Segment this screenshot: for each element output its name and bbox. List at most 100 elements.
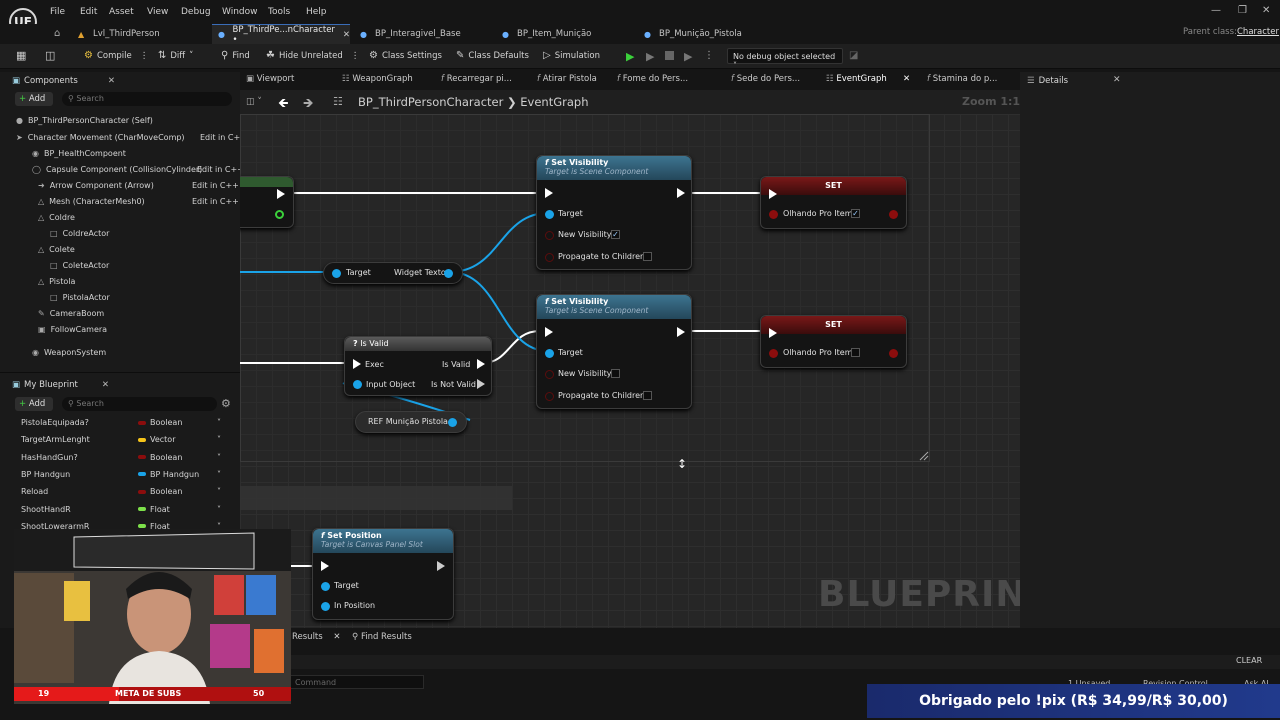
- variable-name[interactable]: HasHandGun?: [21, 453, 78, 462]
- bool-pin[interactable]: [545, 370, 554, 379]
- component-tree-item[interactable]: ◉ WeaponSystem: [32, 348, 106, 357]
- variable-name[interactable]: PistolaEquipada?: [21, 418, 89, 427]
- is-valid-node[interactable]: ? Is Valid Exec Is Valid Input Object Is…: [344, 336, 492, 396]
- exec-out-pin[interactable]: [677, 327, 685, 337]
- more-icon[interactable]: ⋮: [140, 51, 149, 61]
- bool-pin[interactable]: [545, 253, 554, 262]
- component-tree-item[interactable]: △ Mesh (CharacterMesh0): [38, 197, 145, 206]
- menu-file[interactable]: File: [50, 7, 65, 17]
- component-tree-item[interactable]: △ Colete: [38, 245, 75, 254]
- variable-type[interactable]: Boolean: [138, 418, 182, 427]
- tab-bp-municao-pistola[interactable]: ● BP_Munição_Pistola: [638, 24, 778, 44]
- variable-name[interactable]: Reload: [21, 487, 48, 496]
- edit-in-cpp-link[interactable]: Edit in C++: [197, 165, 244, 174]
- chevron-down-icon[interactable]: ˅: [217, 435, 221, 444]
- class-settings-button[interactable]: ⚙ Class Settings: [369, 50, 442, 61]
- component-tree-item[interactable]: ● BP_ThirdPersonCharacter (Self): [16, 116, 153, 125]
- chevron-down-icon[interactable]: ˅: [217, 487, 221, 496]
- hide-unrelated-button[interactable]: ☘ Hide Unrelated ⋮: [266, 50, 359, 61]
- propagate-checkbox[interactable]: [643, 391, 652, 400]
- chevron-down-icon[interactable]: ˅: [217, 505, 221, 514]
- olhando-checkbox[interactable]: ✓: [851, 209, 860, 218]
- diff-button[interactable]: ⇅ Diff ˅: [158, 50, 193, 61]
- stop-icon[interactable]: [665, 51, 674, 60]
- component-tree-item[interactable]: □ ColeteActor: [50, 261, 109, 270]
- menu-edit[interactable]: Edit: [80, 7, 97, 17]
- my-blueprint-tab[interactable]: ▣ My Blueprint ✕: [12, 378, 109, 392]
- component-tree-item[interactable]: △ Coldre: [38, 213, 75, 222]
- graph-tab[interactable]: f Recarregar pi...: [441, 74, 512, 84]
- exec-out-pin[interactable]: [277, 189, 285, 199]
- propagate-checkbox[interactable]: [643, 252, 652, 261]
- bool-pin[interactable]: [545, 231, 554, 240]
- bool-pin[interactable]: [769, 349, 778, 358]
- widget-texto-getter[interactable]: Target Widget Texto: [323, 262, 463, 284]
- bool-out-pin[interactable]: [889, 349, 898, 358]
- component-tree-item[interactable]: ▣ FollowCamera: [38, 325, 107, 334]
- target-pin[interactable]: [332, 269, 341, 278]
- component-tree-item[interactable]: ➤ Character Movement (CharMoveComp): [16, 133, 185, 142]
- step-icon[interactable]: ▶: [646, 50, 654, 63]
- maximize-icon[interactable]: ❐: [1238, 5, 1247, 16]
- chevron-down-icon[interactable]: ˅: [217, 453, 221, 462]
- close-tab-icon[interactable]: ✕: [333, 632, 340, 642]
- skip-icon[interactable]: ▶: [684, 50, 692, 63]
- new-visibility-checkbox[interactable]: ✓: [611, 230, 620, 239]
- settings-gear-icon[interactable]: ⚙: [221, 397, 231, 410]
- graph-tab[interactable]: f Atirar Pistola: [537, 74, 597, 84]
- component-tree-item[interactable]: ➜ Arrow Component (Arrow): [38, 181, 154, 190]
- my-blueprint-search-input[interactable]: ⚲ Search: [62, 397, 217, 411]
- results-tab[interactable]: Results ✕: [292, 632, 341, 642]
- exec-in-pin[interactable]: [321, 561, 329, 571]
- is-valid-out-pin[interactable]: [477, 359, 485, 369]
- chevron-down-icon[interactable]: ˅: [217, 470, 221, 479]
- edit-in-cpp-link[interactable]: Edit in C++: [192, 181, 239, 190]
- components-search-input[interactable]: ⚲ Search: [62, 92, 232, 106]
- not-valid-out-pin[interactable]: [477, 379, 485, 389]
- menu-help[interactable]: Help: [306, 7, 327, 17]
- graph-options-icon[interactable]: ◫ ˅: [246, 97, 262, 107]
- components-tab[interactable]: ▣ Components ✕: [12, 74, 115, 88]
- variable-type[interactable]: BP Handgun: [138, 470, 199, 479]
- set-visibility-node-1[interactable]: f Set Visibility Target is Scene Componen…: [536, 155, 692, 270]
- component-tree-item[interactable]: △ Pistola: [38, 277, 75, 286]
- graph-tab[interactable]: ☷ WeaponGraph: [342, 74, 413, 84]
- exec-out-pin[interactable]: [889, 189, 897, 199]
- close-tab-icon[interactable]: ✕: [887, 74, 910, 84]
- find-results-tab[interactable]: ⚲ Find Results: [352, 632, 412, 642]
- play-icon[interactable]: ▶: [626, 50, 634, 63]
- breadcrumb-blueprint[interactable]: BP_ThirdPersonCharacter: [358, 95, 503, 109]
- bool-out-pin[interactable]: [889, 210, 898, 219]
- graph-tab[interactable]: f Sede do Pers...: [731, 74, 800, 84]
- class-defaults-button[interactable]: ✎ Class Defaults: [456, 50, 529, 61]
- exec-out-pin[interactable]: [677, 188, 685, 198]
- widget-out-pin[interactable]: [444, 269, 453, 278]
- variable-type[interactable]: Vector: [138, 435, 176, 444]
- bool-pin[interactable]: [275, 210, 284, 219]
- menu-debug[interactable]: Debug: [181, 7, 211, 17]
- graph-tab[interactable]: ▣ Viewport: [246, 74, 294, 84]
- browse-icon[interactable]: ◫: [45, 49, 55, 62]
- variable-name[interactable]: TargetArmLenght: [21, 435, 90, 444]
- variable-name[interactable]: ShootHandR: [21, 505, 71, 514]
- ref-municao-pistola-node[interactable]: REF Munição Pistola: [355, 411, 467, 433]
- component-tree-item[interactable]: □ ColdreActor: [50, 229, 109, 238]
- simulation-button[interactable]: ▷ Simulation: [543, 50, 600, 61]
- close-tab-icon[interactable]: ✕: [108, 76, 115, 86]
- component-tree-item[interactable]: □ PistolaActor: [50, 293, 110, 302]
- menu-tools[interactable]: Tools: [268, 7, 290, 17]
- component-tree-item[interactable]: ◉ BP_HealthCompoent: [32, 149, 126, 158]
- tab-bp-thirdperson[interactable]: ● BP_ThirdPe...nCharacter • ✕: [212, 24, 350, 45]
- input-object-pin[interactable]: [353, 380, 362, 389]
- olhando-checkbox[interactable]: [851, 348, 860, 357]
- exec-out-pin[interactable]: [437, 561, 445, 571]
- exec-in-pin[interactable]: [769, 328, 777, 338]
- exec-in-pin[interactable]: [769, 189, 777, 199]
- set-variable-node-2[interactable]: SET Olhando Pro Item: [760, 315, 907, 368]
- position-pin[interactable]: [321, 602, 330, 611]
- breadcrumb-graph[interactable]: EventGraph: [520, 95, 588, 109]
- component-tree-item[interactable]: ◯ Capsule Component (CollisionCylinder): [32, 165, 202, 174]
- close-tab-icon[interactable]: ✕: [1113, 75, 1121, 85]
- event-node-partial[interactable]: [240, 176, 294, 228]
- find-button[interactable]: ⚲ Find: [221, 50, 250, 61]
